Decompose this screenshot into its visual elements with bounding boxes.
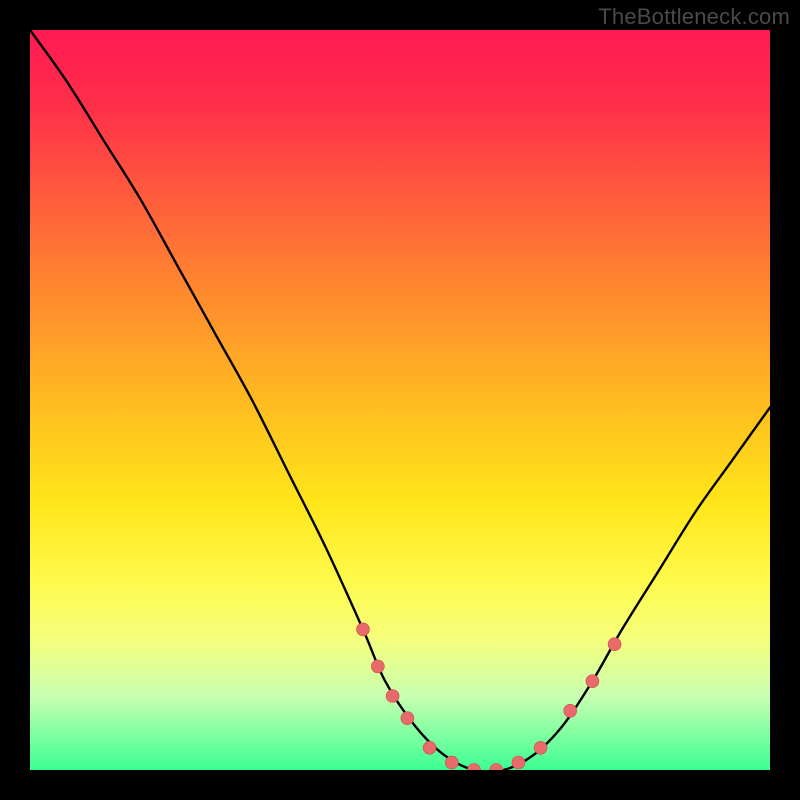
plot-area [30, 30, 770, 770]
data-dot [564, 704, 577, 717]
data-dot [512, 756, 525, 769]
data-dot [371, 660, 384, 673]
data-dot [586, 675, 599, 688]
data-dot [468, 764, 481, 771]
watermark-text: TheBottleneck.com [598, 4, 790, 30]
data-dot [490, 764, 503, 771]
data-dot [608, 638, 621, 651]
data-dot [445, 756, 458, 769]
data-dot [534, 741, 547, 754]
data-dot [357, 623, 370, 636]
data-dot [386, 690, 399, 703]
chart-svg [30, 30, 770, 770]
data-dot [423, 741, 436, 754]
data-dot [401, 712, 414, 725]
data-dots [357, 623, 622, 770]
bottleneck-curve [30, 30, 770, 770]
